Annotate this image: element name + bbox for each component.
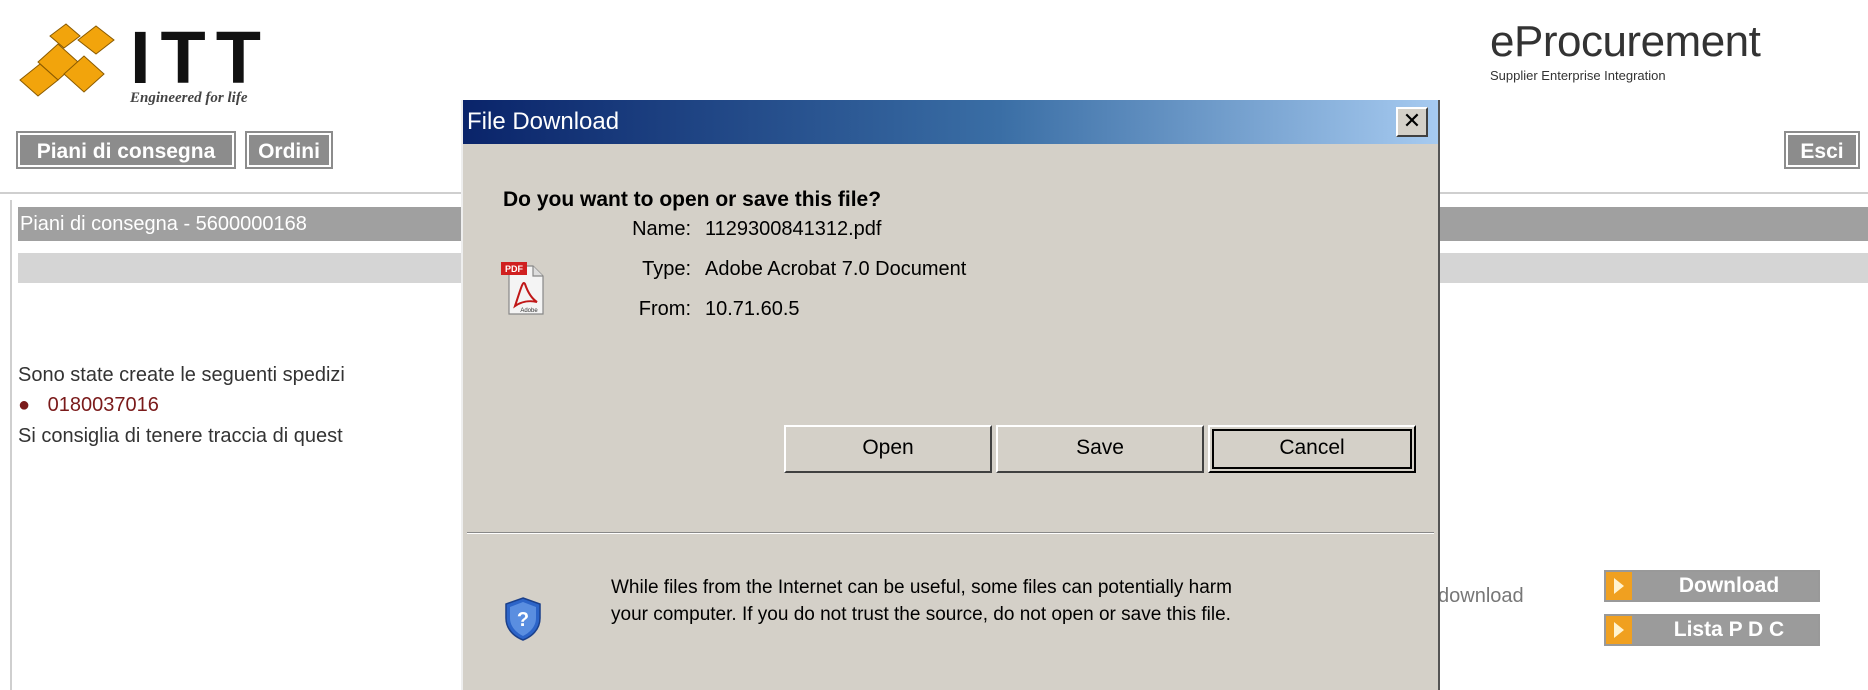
dialog-question: Do you want to open or save this file? xyxy=(503,188,882,211)
bullet-icon: ● xyxy=(18,394,31,416)
security-shield-icon: ? xyxy=(505,597,541,641)
content-left-border xyxy=(10,200,12,690)
lista-pdc-button[interactable]: Lista P D C xyxy=(1604,614,1820,646)
dialog-divider-highlight xyxy=(467,533,1434,534)
open-button[interactable]: Open xyxy=(784,425,992,473)
logo-tagline: Engineered for life xyxy=(130,90,248,106)
brand-block: eProcurement Supplier Enterprise Integra… xyxy=(1490,17,1850,84)
download-button[interactable]: Download xyxy=(1604,570,1820,602)
nav-esci-button[interactable]: Esci xyxy=(1784,131,1860,169)
dialog-title: File Download xyxy=(467,108,620,135)
close-icon: ✕ xyxy=(1402,108,1422,133)
download-label: i download xyxy=(1428,585,1524,607)
file-download-dialog: File Download ✕ Do you want to open or s… xyxy=(461,100,1440,690)
warning-line-2: your computer. If you do not trust the s… xyxy=(611,604,1231,625)
save-button[interactable]: Save xyxy=(996,425,1204,473)
close-button[interactable]: ✕ xyxy=(1396,107,1428,137)
pdf-file-icon: PDF Adobe xyxy=(501,262,544,315)
logo-wordmark: ITT xyxy=(130,16,271,99)
shipment-number-link[interactable]: 0180037016 xyxy=(48,394,159,416)
nav-piani-di-consegna-button[interactable]: Piani di consegna xyxy=(16,131,236,169)
download-button-label: Download xyxy=(1678,574,1780,597)
section-title: Piani di consegna - 5600000168 xyxy=(20,213,307,235)
pdf-badge-text: PDF xyxy=(505,264,524,274)
type-label: Type: xyxy=(642,258,691,280)
itt-diamond-logo-icon xyxy=(19,23,115,97)
from-label: From: xyxy=(638,298,691,320)
info-line-2: Si consiglia di tenere traccia di quest xyxy=(18,425,343,447)
brand-title: eProcurement xyxy=(1490,17,1761,66)
itt-logo: ITT Engineered for life xyxy=(18,18,308,108)
name-label: Name: xyxy=(632,218,691,240)
shipment-list-item: ● 0180037016 xyxy=(18,394,159,417)
security-warning: While files from the Internet can be use… xyxy=(611,574,1311,628)
adobe-text: Adobe xyxy=(520,308,538,314)
nav-ordini-button[interactable]: Ordini xyxy=(245,131,333,169)
brand-subtitle: Supplier Enterprise Integration xyxy=(1490,68,1666,83)
orange-arrow-icon xyxy=(1606,572,1632,600)
warning-line-1: While files from the Internet can be use… xyxy=(611,577,1232,598)
type-value: Adobe Acrobat 7.0 Document xyxy=(705,258,967,280)
name-value: 1129300841312.pdf xyxy=(705,218,882,240)
cancel-button[interactable]: Cancel xyxy=(1208,425,1416,473)
info-line-1: Sono state create le seguenti spedizi xyxy=(18,364,345,386)
from-value: 10.71.60.5 xyxy=(705,298,800,320)
orange-arrow-icon xyxy=(1606,616,1632,644)
dialog-titlebar[interactable]: File Download ✕ xyxy=(463,100,1438,144)
shield-question-mark: ? xyxy=(517,609,529,631)
lista-pdc-button-label: Lista P D C xyxy=(1673,618,1785,641)
